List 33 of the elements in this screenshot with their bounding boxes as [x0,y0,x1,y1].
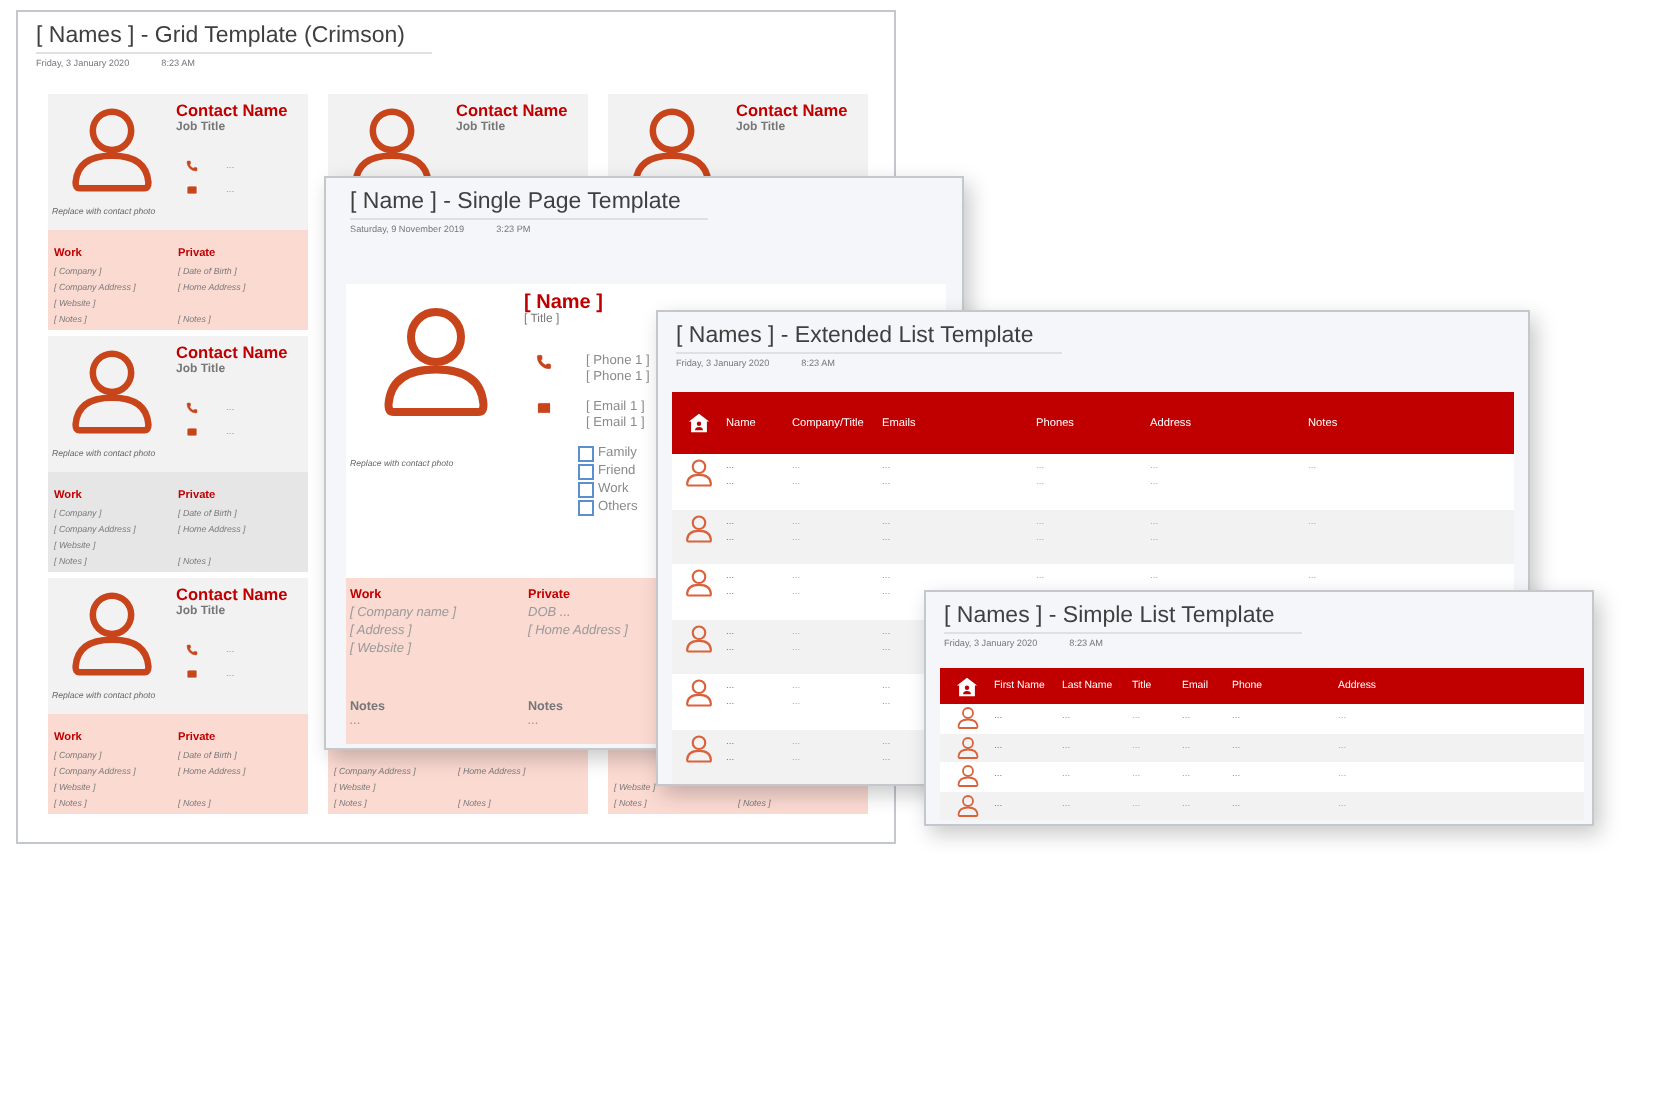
phone-icon [186,644,198,656]
person-icon [955,735,979,759]
person-icon [684,568,714,598]
contact-name: [ Name ] [524,292,603,314]
phone-icon [186,402,198,414]
person-icon [66,588,158,680]
contact-name: Contact Name [736,100,848,120]
checkbox[interactable] [578,464,594,480]
phone-icon [186,160,198,172]
contact-name: Contact Name [176,100,288,120]
checkbox[interactable] [578,500,594,516]
house-icon [688,412,710,434]
person-icon [955,793,979,817]
house-icon [956,675,978,697]
person-icon [684,513,714,543]
person-icon [684,458,714,488]
person-icon [955,706,979,730]
person-icon [955,764,979,788]
window-title: [ Name ] - Single Page Template [350,190,709,220]
window-title: [ Names ] - Grid Template (Crimson) [36,24,433,54]
checkbox[interactable] [578,482,594,498]
window-title: [ Names ] - Simple List Template [944,604,1303,634]
checkbox[interactable] [578,446,594,462]
phone-icon [536,354,552,370]
person-icon [684,678,714,708]
contact-name: Contact Name [176,584,288,604]
person-icon [684,733,714,763]
window-title: [ Names ] - Extended List Template [676,324,1062,354]
person-icon [684,623,714,653]
person-icon [66,346,158,438]
contact-name: Contact Name [176,342,288,362]
person-icon [66,104,158,196]
contact-name: Contact Name [456,100,568,120]
